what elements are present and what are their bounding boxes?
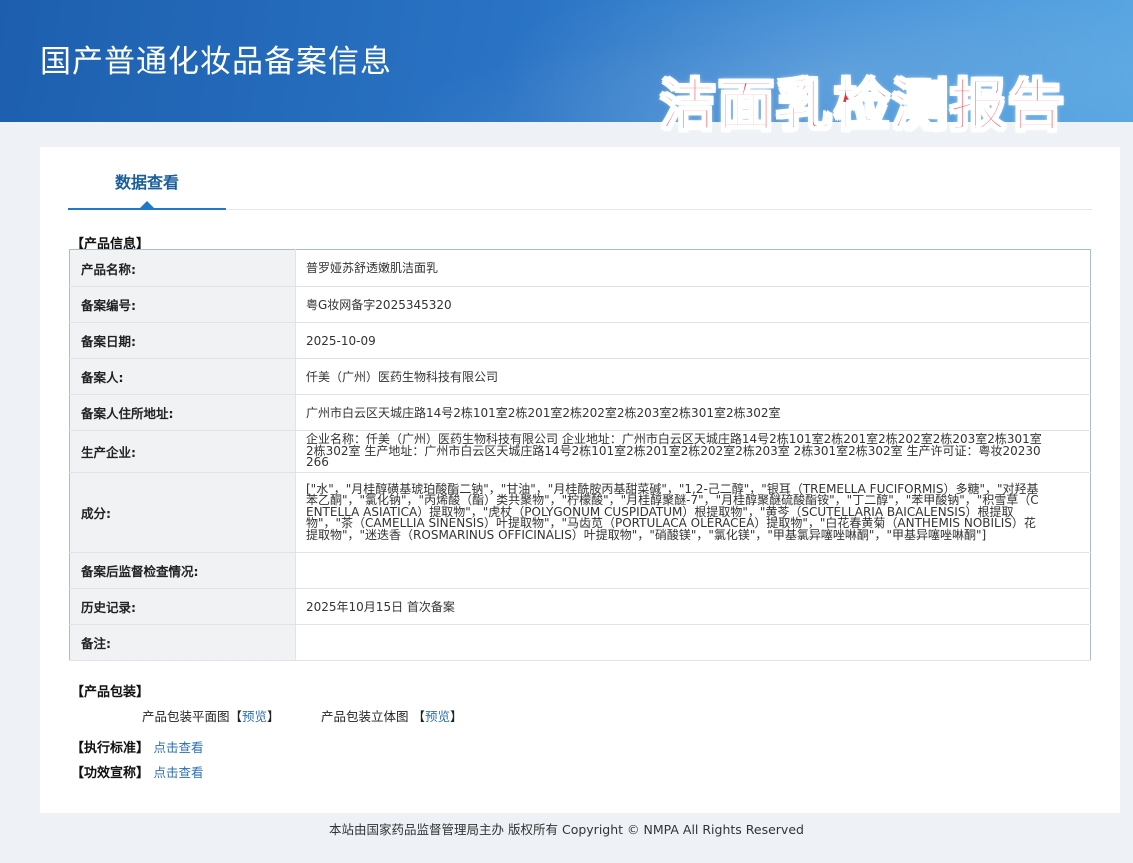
row-value: 普罗娅苏舒透嫩肌洁面乳: [295, 249, 1091, 287]
row-value: [295, 624, 1091, 661]
tab-bar: 数据查看: [68, 147, 1092, 210]
row-value: 广州市白云区天城庄路14号2栋101室2栋201室2栋202室2栋203室2栋3…: [295, 394, 1091, 431]
table-row-registrant-address: 备案人住所地址: 广州市白云区天城庄路14号2栋101室2栋201室2栋202室…: [69, 394, 1091, 431]
packaging-solid-preview-link[interactable]: 预览: [425, 709, 450, 724]
row-value: 2025年10月15日 首次备案: [295, 588, 1091, 625]
row-value: ["水"，"月桂醇磺基琥珀酸酯二钠"，"甘油"，"月桂酰胺丙基甜菜碱"，"1,2…: [295, 472, 1091, 553]
table-row-registration-number: 备案编号: 粤G妆网备字2025345320: [69, 286, 1091, 323]
bracket-close: 】: [267, 709, 280, 724]
row-label: 备案人住所地址:: [69, 394, 296, 431]
packaging-solid-item: 产品包装立体图 【预览】: [321, 706, 463, 725]
table-row-remarks: 备注:: [69, 624, 1091, 661]
bracket-open: 【: [412, 709, 426, 724]
standard-label: 【执行标准】: [71, 741, 150, 756]
row-value: 仟美（广州）医药生物科技有限公司: [295, 358, 1091, 395]
overlay-report-title: 洁面乳检测报告: [659, 73, 1066, 140]
row-label: 产品名称:: [69, 249, 296, 287]
row-label: 备案编号:: [69, 286, 296, 323]
footer-copyright: 本站由国家药品监督管理局主办 版权所有 Copyright © NMPA All…: [329, 822, 804, 837]
efficacy-label: 【功效宣称】: [71, 766, 150, 781]
table-row-manufacturer: 生产企业: 企业名称：仟美（广州）医药生物科技有限公司 企业地址：广州市白云区天…: [69, 430, 1091, 473]
table-row-registration-date: 备案日期: 2025-10-09: [69, 322, 1091, 359]
packaging-flat-item: 产品包装平面图【预览】: [142, 706, 280, 725]
packaging-solid-label: 产品包装立体图: [321, 709, 409, 724]
row-value: 企业名称：仟美（广州）医药生物科技有限公司 企业地址：广州市白云区天城庄路14号…: [295, 430, 1091, 473]
packaging-flat-label: 产品包装平面图: [142, 709, 230, 724]
product-info-table: 产品名称: 普罗娅苏舒透嫩肌洁面乳 备案编号: 粤G妆网备字2025345320…: [69, 249, 1091, 661]
table-row-ingredients: 成分: ["水"，"月桂醇磺基琥珀酸酯二钠"，"甘油"，"月桂酰胺丙基甜菜碱"，…: [69, 472, 1091, 553]
row-value: 2025-10-09: [295, 322, 1091, 359]
row-label: 备案日期:: [69, 322, 296, 359]
row-label: 成分:: [69, 472, 296, 553]
standard-view-link[interactable]: 点击查看: [154, 740, 204, 755]
row-label: 备案后监督检查情况:: [69, 552, 296, 589]
table-row-registrant: 备案人: 仟美（广州）医药生物科技有限公司: [69, 358, 1091, 395]
row-label: 生产企业:: [69, 430, 296, 473]
bracket-open: 【: [229, 709, 243, 724]
efficacy-view-link[interactable]: 点击查看: [154, 765, 204, 780]
row-label: 历史记录:: [69, 588, 296, 625]
table-row-history: 历史记录: 2025年10月15日 首次备案: [69, 588, 1091, 625]
row-label: 备案人:: [69, 358, 296, 395]
section-efficacy: 【功效宣称】 点击查看: [71, 762, 204, 781]
row-value: [295, 552, 1091, 589]
table-row-product-name: 产品名称: 普罗娅苏舒透嫩肌洁面乳: [69, 249, 1091, 287]
bracket-close: 】: [450, 709, 463, 724]
content-panel: 数据查看 【产品信息】 产品名称: 普罗娅苏舒透嫩肌洁面乳 备案编号: 粤G妆网…: [40, 147, 1120, 813]
row-value: 粤G妆网备字2025345320: [295, 286, 1091, 323]
section-title-packaging: 【产品包装】: [71, 685, 150, 700]
site-title: 国产普通化妆品备案信息: [40, 44, 392, 80]
section-standard: 【执行标准】 点击查看: [71, 737, 204, 756]
table-row-supervision: 备案后监督检查情况:: [69, 552, 1091, 589]
row-label: 备注:: [69, 624, 296, 661]
packaging-flat-preview-link[interactable]: 预览: [242, 709, 267, 724]
tab-active-caret-icon: [140, 201, 154, 208]
